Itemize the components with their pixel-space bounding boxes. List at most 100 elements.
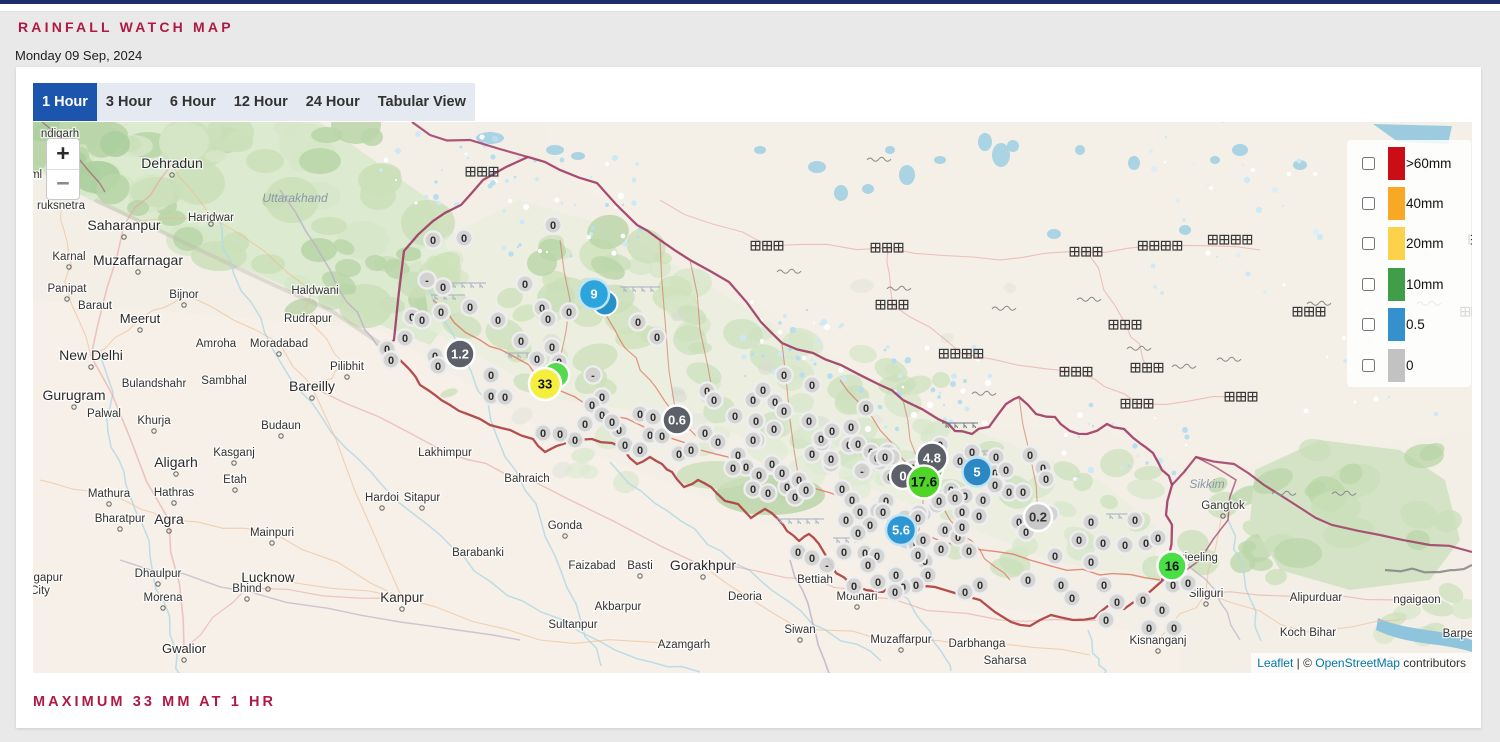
svg-text:Basti: Basti xyxy=(627,560,653,572)
svg-text:0.6: 0.6 xyxy=(668,412,686,427)
svg-text:0: 0 xyxy=(756,470,762,482)
svg-text:0: 0 xyxy=(1159,605,1165,617)
svg-text:0: 0 xyxy=(855,439,861,451)
svg-text:Darbhanga: Darbhanga xyxy=(949,638,1007,650)
svg-text:Etah: Etah xyxy=(223,474,247,486)
svg-text:0: 0 xyxy=(875,577,881,589)
svg-text:0: 0 xyxy=(753,416,759,428)
svg-text:-: - xyxy=(825,560,829,572)
svg-text:16: 16 xyxy=(1165,558,1179,573)
svg-text:0: 0 xyxy=(1114,597,1120,609)
svg-text:Bulandshahr: Bulandshahr xyxy=(122,378,187,390)
svg-text:0: 0 xyxy=(781,406,787,418)
svg-text:0: 0 xyxy=(1003,465,1009,477)
svg-text:5: 5 xyxy=(973,464,980,479)
svg-text:Deoria: Deoria xyxy=(728,591,762,603)
svg-text:Saharanpur: Saharanpur xyxy=(87,217,161,233)
svg-text:0: 0 xyxy=(957,456,963,468)
svg-text:0: 0 xyxy=(1132,515,1138,527)
svg-text:0: 0 xyxy=(495,315,501,327)
svg-text:0: 0 xyxy=(765,488,771,500)
svg-text:Budaun: Budaun xyxy=(261,420,301,432)
svg-text:0: 0 xyxy=(676,449,682,461)
svg-text:Faizabad: Faizabad xyxy=(568,560,615,572)
svg-text:0: 0 xyxy=(750,395,756,407)
svg-text:0: 0 xyxy=(936,496,942,508)
svg-text:-: - xyxy=(860,466,864,478)
svg-text:Koch Bihar: Koch Bihar xyxy=(1280,627,1336,639)
svg-text:Dehradun: Dehradun xyxy=(141,155,203,171)
svg-text:Sikkim: Sikkim xyxy=(1189,477,1224,491)
svg-text:Bharatpur: Bharatpur xyxy=(95,513,146,525)
svg-text:Aligarh: Aligarh xyxy=(154,454,198,470)
svg-text:0: 0 xyxy=(488,370,494,382)
svg-text:0: 0 xyxy=(1076,535,1082,547)
svg-text:Uttarakhand: Uttarakhand xyxy=(262,191,328,205)
svg-text:Baraut: Baraut xyxy=(78,300,113,312)
svg-text:Bahraich: Bahraich xyxy=(504,473,549,485)
svg-text:0: 0 xyxy=(863,403,869,415)
svg-text:ngapur: ngapur xyxy=(33,572,63,584)
svg-text:0: 0 xyxy=(882,452,888,464)
svg-text:Karnal: Karnal xyxy=(52,251,85,263)
svg-text:Bareilly: Bareilly xyxy=(289,378,335,394)
svg-text:0: 0 xyxy=(637,445,643,457)
svg-text:0: 0 xyxy=(750,435,756,447)
svg-text:0: 0 xyxy=(467,302,473,314)
svg-text:Barabanki: Barabanki xyxy=(452,547,504,559)
svg-text:0: 0 xyxy=(711,395,717,407)
svg-text:0: 0 xyxy=(1006,487,1012,499)
svg-text:Bhind: Bhind xyxy=(232,583,261,595)
svg-text:0.2: 0.2 xyxy=(1029,509,1047,524)
svg-text:Gorakhpur: Gorakhpur xyxy=(670,557,736,573)
svg-text:0: 0 xyxy=(1143,538,1149,550)
svg-text:Sitapur: Sitapur xyxy=(404,492,441,504)
svg-text:0: 0 xyxy=(977,580,983,592)
svg-text:0: 0 xyxy=(818,434,824,446)
svg-text:Bettiah: Bettiah xyxy=(797,574,833,586)
svg-text:0: 0 xyxy=(938,544,944,556)
svg-text:4.8: 4.8 xyxy=(923,450,941,465)
svg-text:ruksnetra: ruksnetra xyxy=(37,200,86,212)
svg-text:0: 0 xyxy=(892,587,898,599)
svg-text:0: 0 xyxy=(435,361,441,373)
svg-text:Kanpur: Kanpur xyxy=(380,590,424,605)
svg-text:Palwal: Palwal xyxy=(87,408,121,420)
svg-text:Hardoi: Hardoi xyxy=(365,492,399,504)
svg-text:0: 0 xyxy=(899,468,906,483)
svg-text:Morena: Morena xyxy=(144,592,184,604)
svg-text:Bijnor: Bijnor xyxy=(169,289,199,301)
svg-text:0: 0 xyxy=(430,235,436,247)
svg-text:0: 0 xyxy=(925,570,931,582)
svg-text:0: 0 xyxy=(976,511,982,523)
svg-text:Akbarpur: Akbarpur xyxy=(595,601,642,613)
svg-text:0: 0 xyxy=(647,430,653,442)
svg-text:0: 0 xyxy=(920,535,926,547)
svg-text:Muzaffarnagar: Muzaffarnagar xyxy=(93,252,183,268)
svg-text:-: - xyxy=(591,370,595,382)
svg-text:0: 0 xyxy=(779,468,785,480)
svg-text:0: 0 xyxy=(1185,578,1191,590)
svg-text:Amroha: Amroha xyxy=(196,338,237,350)
svg-text:0: 0 xyxy=(803,485,809,497)
svg-text:0: 0 xyxy=(915,550,921,562)
svg-text:Sambhal: Sambhal xyxy=(201,375,246,387)
svg-text:0: 0 xyxy=(851,581,857,593)
svg-text:0: 0 xyxy=(502,392,508,404)
svg-text:0: 0 xyxy=(730,463,736,475)
svg-text:ngaigaon: ngaigaon xyxy=(1393,594,1440,606)
svg-text:Barpe: Barpe xyxy=(1443,628,1472,640)
svg-text:0: 0 xyxy=(959,507,965,519)
svg-text:0: 0 xyxy=(980,495,986,507)
svg-text:City: City xyxy=(33,585,50,597)
svg-text:0: 0 xyxy=(959,522,965,534)
svg-text:0: 0 xyxy=(488,391,494,403)
svg-text:Panipat: Panipat xyxy=(47,283,87,295)
svg-text:0: 0 xyxy=(715,437,721,449)
svg-text:0: 0 xyxy=(557,429,563,441)
svg-text:Gwalior: Gwalior xyxy=(162,641,207,656)
svg-text:0: 0 xyxy=(1043,474,1049,486)
svg-text:0: 0 xyxy=(534,354,540,366)
svg-text:0: 0 xyxy=(688,445,694,457)
svg-text:0: 0 xyxy=(1100,538,1106,550)
